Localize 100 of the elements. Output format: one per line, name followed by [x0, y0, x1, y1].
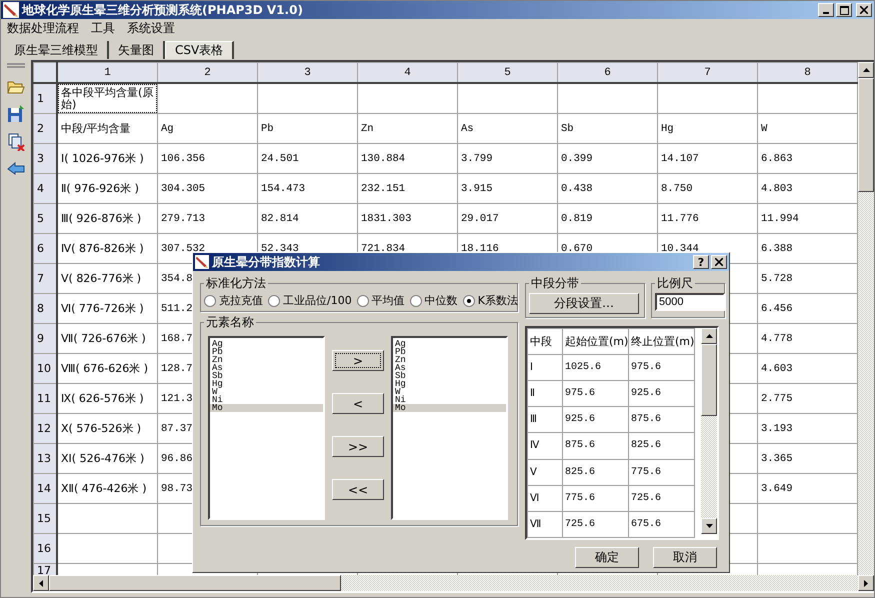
table-cell: 154.473 — [258, 174, 358, 204]
column-header: 7 — [658, 62, 758, 83]
up-arrow-icon[interactable] — [706, 334, 712, 338]
column-header: 4 — [358, 62, 458, 83]
table-cell: Ⅴ( 826-776米 ) — [57, 264, 158, 294]
list-item[interactable]: Ag — [393, 340, 506, 348]
menu-item[interactable]: 数据处理流程 — [7, 20, 79, 36]
list-item[interactable]: Pb — [393, 348, 506, 356]
input-field[interactable]: 5000 — [655, 293, 725, 311]
list-box[interactable]: Ag Pb Zn As Sb Hg W Ni Mo — [208, 336, 325, 520]
vertical-scrollbar[interactable] — [858, 62, 874, 575]
row-header: 5 — [34, 204, 57, 234]
table-cell: 各中段平均含量(原始) — [57, 83, 158, 114]
folder-icon[interactable] — [7, 79, 25, 95]
move-button[interactable]: << — [332, 479, 384, 500]
list-item[interactable]: Mo — [393, 404, 506, 412]
list-item[interactable]: Ni — [393, 396, 506, 404]
close-icon — [860, 6, 868, 14]
table-cell: 975.6 — [562, 380, 628, 407]
table-cell: Sb — [558, 114, 658, 144]
right-arrow-icon[interactable] — [864, 580, 868, 586]
table-cell: 925.6 — [562, 406, 628, 433]
column-header: 5 — [458, 62, 558, 83]
column-header: 中段 — [528, 328, 562, 354]
table-cell: Zn — [358, 114, 458, 144]
radio-label[interactable]: 平均值 — [372, 293, 405, 308]
table-cell: ⅩⅡ( 476-426米 ) — [57, 474, 158, 504]
down-arrow-icon[interactable] — [706, 524, 712, 528]
radio-button[interactable] — [462, 294, 475, 306]
tab[interactable]: CSV表格 — [165, 41, 234, 59]
list-item[interactable]: As — [393, 364, 506, 372]
row-header: 10 — [34, 354, 57, 384]
table-cell: 中段/平均含量 — [57, 114, 158, 144]
row-header: 1 — [34, 83, 57, 114]
table-cell: Ⅵ( 776-726米 ) — [57, 294, 158, 324]
maximize-button[interactable] — [836, 3, 852, 17]
table-cell: 725.6 — [562, 511, 628, 538]
table-cell: 0.399 — [558, 144, 658, 174]
table-cell: 130.884 — [358, 144, 458, 174]
table-cell: Ⅷ( 676-626米 ) — [57, 354, 158, 384]
radio-button[interactable] — [410, 294, 422, 306]
menu-item[interactable]: 系统设置 — [127, 20, 175, 36]
pencil-icon — [3, 2, 19, 18]
move-button[interactable]: > — [332, 350, 384, 371]
up-arrow-icon[interactable] — [862, 68, 870, 72]
scroll-thumb[interactable] — [701, 344, 717, 416]
table-cell: 232.151 — [358, 174, 458, 204]
table-cell: As — [458, 114, 558, 144]
dialog-button[interactable]: 取消 — [653, 547, 717, 568]
table-cell: Ⅸ( 626-576米 ) — [57, 384, 158, 414]
table-cell: 0.438 — [558, 174, 658, 204]
radio-label[interactable]: 工业品位/100 — [283, 293, 352, 308]
table-cell: 14.107 — [658, 144, 758, 174]
radio-button[interactable] — [356, 294, 369, 306]
arrow-icon[interactable] — [7, 161, 25, 175]
move-button[interactable]: < — [332, 393, 384, 414]
table-cell: 11.776 — [658, 204, 758, 234]
list-box[interactable]: Ag Pb Zn As Sb Hg W Ni Mo — [391, 336, 508, 520]
delete-icon[interactable] — [7, 133, 25, 151]
table-cell: 279.713 — [158, 204, 258, 234]
scroll-thumb[interactable] — [49, 575, 341, 591]
table-cell: 675.6 — [628, 511, 694, 538]
horizontal-scrollbar[interactable] — [33, 575, 874, 591]
row-header: 14 — [34, 474, 57, 504]
list-item[interactable]: Mo — [210, 404, 323, 412]
move-button[interactable]: >> — [332, 436, 384, 457]
list-item[interactable]: Zn — [393, 356, 506, 364]
table-cell: 8.750 — [658, 174, 758, 204]
list-item[interactable]: Sb — [393, 372, 506, 380]
table-cell: Ⅵ — [528, 485, 562, 512]
save-icon[interactable] — [7, 105, 25, 123]
segment-settings-button[interactable]: 分段设置… — [529, 293, 639, 314]
list-item[interactable]: W — [393, 388, 506, 396]
table-cell: 925.6 — [628, 380, 694, 407]
table-cell: Ⅴ — [528, 459, 562, 486]
vertical-scrollbar[interactable] — [701, 328, 717, 534]
table-cell: 1025.6 — [562, 354, 628, 381]
close-button[interactable] — [856, 3, 872, 17]
dialog-button[interactable]: 确定 — [575, 547, 639, 568]
table-cell: Ⅶ — [528, 511, 562, 538]
radio-button[interactable] — [268, 294, 280, 306]
radio-label[interactable]: 中位数 — [424, 293, 458, 308]
table-cell: 725.6 — [628, 485, 694, 512]
close-button[interactable] — [711, 255, 727, 269]
minimize-button[interactable] — [818, 3, 834, 17]
left-arrow-icon[interactable] — [39, 580, 43, 586]
group-label: 中段分带 — [530, 275, 580, 292]
table-cell: 825.6 — [628, 432, 694, 460]
table-cell: Ⅲ — [528, 406, 562, 433]
radio-button[interactable] — [204, 294, 216, 306]
group-label: 比例尺 — [656, 275, 694, 292]
radio-label[interactable]: K系数法 — [478, 293, 518, 308]
column-header: 8 — [758, 62, 858, 83]
close-icon — [715, 258, 723, 266]
row-header: 8 — [34, 294, 57, 324]
menu-item[interactable]: 工具 — [91, 20, 115, 36]
help-button[interactable]: ? — [693, 255, 709, 269]
list-item[interactable]: Hg — [393, 380, 506, 388]
scroll-thumb[interactable] — [858, 78, 874, 192]
row-header: 17 — [34, 564, 57, 575]
